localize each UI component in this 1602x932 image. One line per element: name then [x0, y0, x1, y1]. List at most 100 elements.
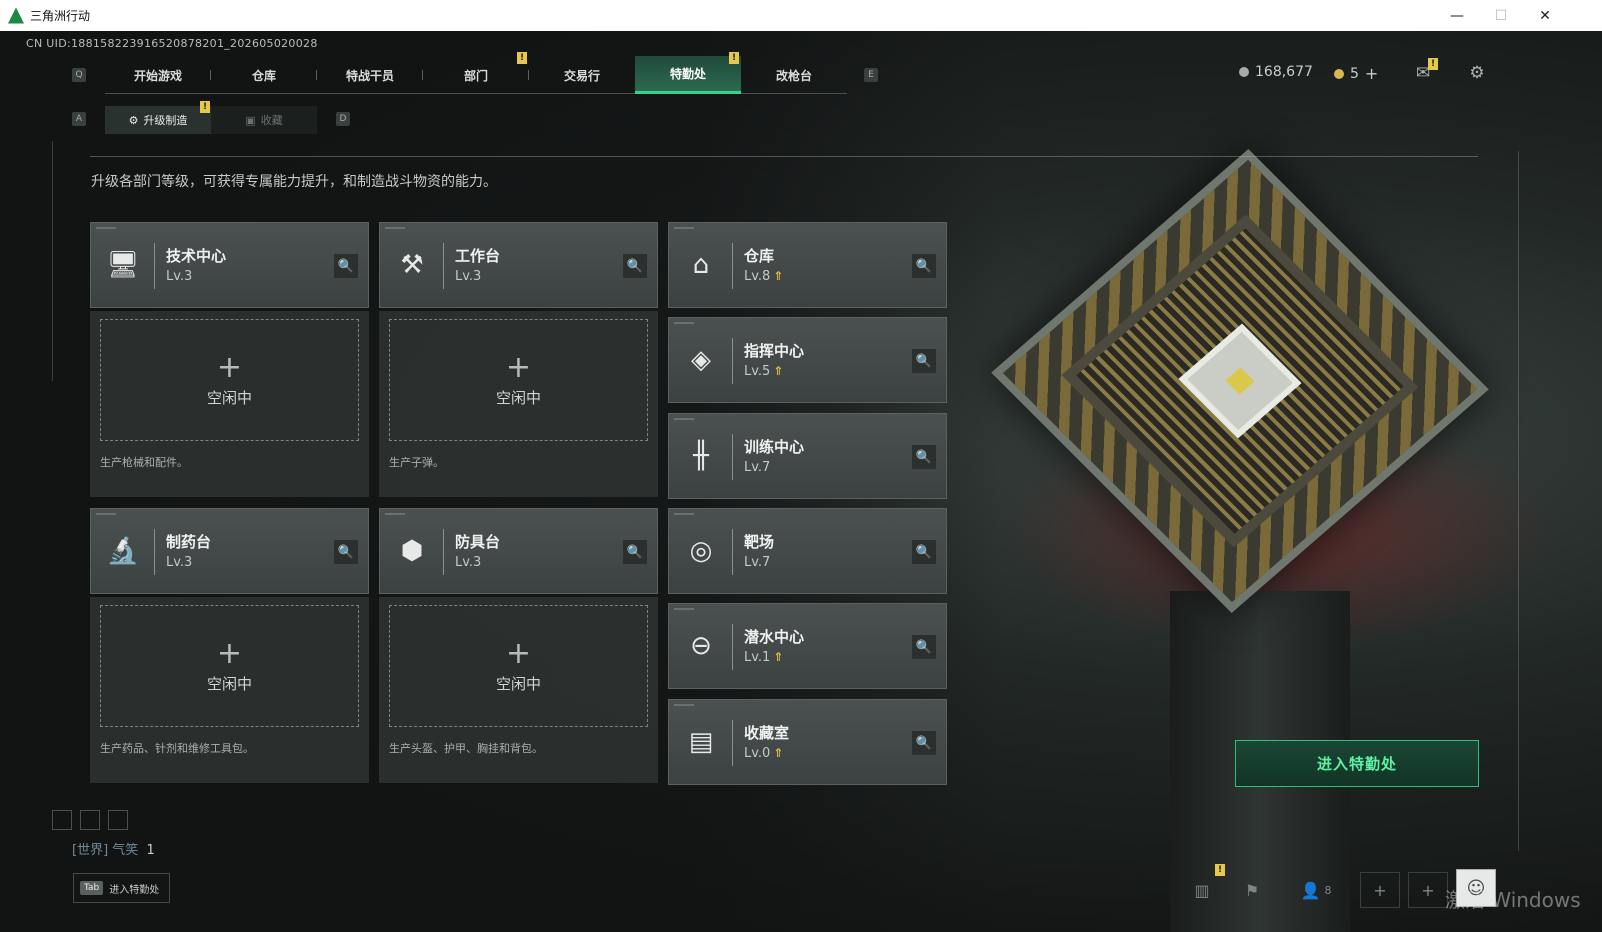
department-card-armor[interactable]: ⬢ 防具台 Lv.3 🔍: [379, 508, 658, 594]
production-slot[interactable]: + 空闲中: [100, 605, 359, 727]
enter-special-ops-button[interactable]: 进入特勤处: [1235, 740, 1479, 787]
special-ops-cube-illustration: [991, 148, 1489, 614]
coin-balance: 168,677: [1239, 64, 1313, 80]
close-button[interactable]: ✕: [1522, 0, 1568, 31]
department-card-workbench[interactable]: ⚒ 工作台 Lv.3 🔍: [379, 222, 658, 308]
department-name: 收藏室: [744, 724, 790, 742]
alert-badge: !: [1428, 58, 1438, 70]
flag-icon[interactable]: ⚑: [1238, 872, 1266, 908]
department-name: 制药台: [166, 533, 212, 551]
command-icon: ◈: [691, 345, 711, 375]
search-icon[interactable]: 🔍: [912, 635, 936, 659]
search-icon[interactable]: 🔍: [334, 540, 358, 564]
production-slot[interactable]: + 空闲中: [389, 605, 648, 727]
search-icon[interactable]: 🔍: [912, 540, 936, 564]
slot-status: 空闲中: [206, 674, 252, 693]
department-name: 潜水中心: [744, 628, 805, 646]
quick-slot[interactable]: [80, 810, 100, 830]
add-teammate-button[interactable]: +: [1360, 872, 1400, 908]
alert-badge: !: [200, 101, 210, 113]
frame-line: [52, 141, 53, 381]
department-level: Lv.8 ⇑: [744, 269, 784, 284]
tab-warehouse[interactable]: 仓库: [211, 56, 317, 94]
department-card-tech-center[interactable]: 🖥 技术中心 Lv.3 🔍: [90, 222, 369, 308]
plus-icon: +: [216, 349, 243, 385]
department-name: 防具台: [455, 533, 501, 551]
production-panel-workbench: + 空闲中 生产子弹。: [379, 311, 658, 497]
department-level: Lv.7: [744, 555, 771, 570]
computer-icon: 🖥: [106, 250, 140, 280]
department-card-pharmacy[interactable]: 🔬 制药台 Lv.3 🔍: [90, 508, 369, 594]
settings-gear-icon[interactable]: ⚙: [1466, 62, 1488, 84]
upgrade-arrow-icon: ⇑: [773, 650, 784, 664]
tab-special-ops[interactable]: 特勤处: [635, 56, 741, 94]
armor-blocks-icon: ⬢: [400, 536, 424, 566]
alert-badge: !: [1215, 864, 1225, 876]
tab-upgrade-craft[interactable]: ⚙ 升级制造: [105, 106, 211, 134]
department-card-shooting-range[interactable]: ◎ 靶场 Lv.7 🔍: [668, 508, 947, 594]
tab-trade[interactable]: 交易行: [529, 56, 635, 94]
ticket-amount: 5: [1350, 65, 1359, 82]
add-currency-button[interactable]: +: [1365, 64, 1378, 83]
upgrade-arrow-icon: ⇑: [773, 364, 784, 378]
search-icon[interactable]: 🔍: [912, 445, 936, 469]
search-icon[interactable]: 🔍: [912, 349, 936, 373]
warehouse-icon: ⌂: [692, 250, 710, 280]
tools-icon: ⚒: [400, 250, 424, 280]
friends-button[interactable]: 👤 8: [1296, 872, 1336, 908]
production-slot[interactable]: + 空闲中: [389, 319, 648, 441]
enter-special-ops-shortcut[interactable]: Tab 进入特勤处: [73, 873, 170, 903]
department-name: 靶场: [744, 533, 775, 551]
friends-count: 8: [1324, 883, 1332, 897]
tab-collection[interactable]: ▣ 收藏: [211, 106, 317, 134]
department-card-training-center[interactable]: ╫ 训练中心 Lv.7 🔍: [668, 413, 947, 499]
search-icon[interactable]: 🔍: [912, 731, 936, 755]
production-panel-armor: + 空闲中 生产头盔、护甲、胸挂和背包。: [379, 597, 658, 783]
department-card-warehouse[interactable]: ⌂ 仓库 Lv.8 ⇑ 🔍: [668, 222, 947, 308]
tab-start-game[interactable]: 开始游戏: [105, 56, 211, 94]
plus-icon: +: [216, 635, 243, 671]
add-teammate-button[interactable]: +: [1408, 872, 1448, 908]
game-window: 三角洲行动 — ☐ ✕ CN UID:188158223916520878201…: [0, 0, 1602, 932]
stats-chart-icon[interactable]: ▥: [1188, 872, 1216, 908]
search-icon[interactable]: 🔍: [623, 254, 647, 278]
coin-icon: [1239, 67, 1249, 77]
tab-department[interactable]: 部门: [423, 56, 529, 94]
department-name: 指挥中心: [744, 342, 805, 360]
upgrade-arrow-icon: ⇑: [773, 746, 784, 760]
department-level: Lv.1 ⇑: [744, 650, 784, 665]
department-name: 工作台: [455, 247, 501, 265]
minimize-button[interactable]: —: [1434, 0, 1480, 31]
coin-amount: 168,677: [1255, 64, 1313, 80]
search-icon[interactable]: 🔍: [623, 540, 647, 564]
production-panel-pharmacy: + 空闲中 生产药品、针剂和维修工具包。: [90, 597, 369, 783]
tab-gunsmith[interactable]: 改枪台: [741, 56, 847, 94]
department-card-collection-room[interactable]: ▤ 收藏室 Lv.0 ⇑ 🔍: [668, 699, 947, 785]
maximize-button[interactable]: ☐: [1478, 0, 1524, 31]
frame-line: [1518, 151, 1519, 851]
sub-nav: ⚙ 升级制造 ▣ 收藏: [105, 106, 317, 134]
production-panel-tech-center: + 空闲中 生产枪械和配件。: [90, 311, 369, 497]
collection-icon: ▣: [245, 113, 256, 127]
production-description: 生产药品、针剂和维修工具包。: [100, 742, 254, 755]
quick-slot[interactable]: [52, 810, 72, 830]
search-icon[interactable]: 🔍: [912, 254, 936, 278]
slot-status: 空闲中: [495, 674, 541, 693]
collection-room-icon: ▤: [688, 727, 714, 757]
production-slot[interactable]: + 空闲中: [100, 319, 359, 441]
uid-label: CN UID:188158223916520878201_20260502002…: [26, 37, 318, 50]
chat-user: 气笑: [112, 843, 139, 858]
department-level: Lv.5 ⇑: [744, 364, 784, 379]
department-card-diving-center[interactable]: ⊖ 潜水中心 Lv.1 ⇑ 🔍: [668, 603, 947, 689]
department-level: Lv.3: [455, 269, 482, 284]
quick-slot[interactable]: [108, 810, 128, 830]
production-description: 生产子弹。: [389, 456, 444, 469]
chat-line: [世界] 气笑 1: [72, 839, 155, 858]
upgrade-arrow-icon: ⇑: [773, 269, 784, 283]
search-icon[interactable]: 🔍: [334, 254, 358, 278]
tab-operators[interactable]: 特战干员: [317, 56, 423, 94]
department-card-command-center[interactable]: ◈ 指挥中心 Lv.5 ⇑ 🔍: [668, 317, 947, 403]
tab-key: Tab: [80, 881, 104, 895]
activate-windows-watermark: 激活 Windows: [1445, 888, 1581, 912]
chat-message: 1: [146, 843, 155, 858]
